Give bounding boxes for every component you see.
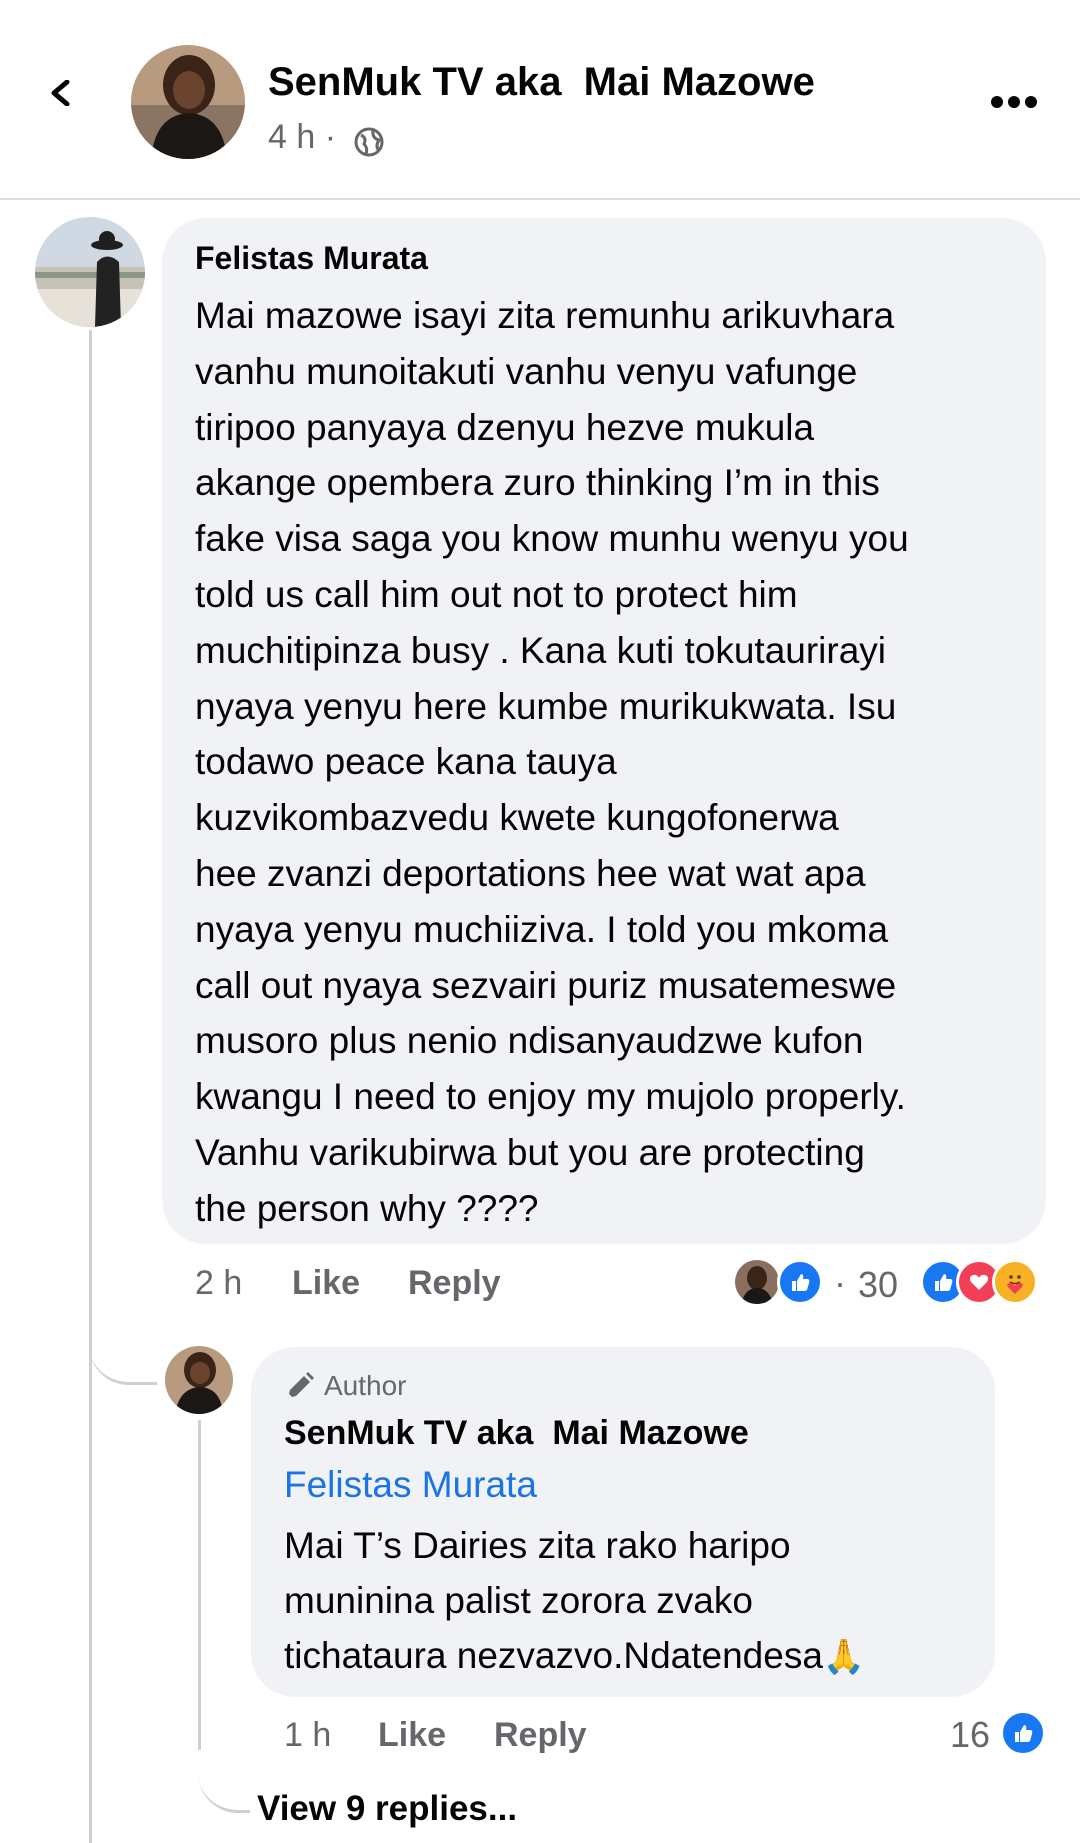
folded-hands-emoji: 🙏 — [822, 1638, 866, 1676]
reaction-count[interactable]: 30 — [858, 1264, 898, 1306]
reply-dot: · — [834, 1262, 846, 1303]
more-dots-icon[interactable] — [990, 95, 1038, 109]
commenter-name[interactable]: Felistas Murata — [195, 240, 428, 277]
mention-link[interactable]: Felistas Murata — [284, 1464, 537, 1506]
comment-time: 2 h — [195, 1264, 243, 1302]
reply-preview-avatar[interactable] — [735, 1260, 779, 1304]
pencil-icon — [288, 1372, 314, 1398]
reply-thread-line — [198, 1420, 201, 1750]
reply-like-button[interactable]: Like — [378, 1716, 446, 1755]
globe-icon — [354, 127, 384, 157]
reply-author-avatar[interactable] — [165, 1346, 233, 1414]
view-replies-link[interactable]: View 9 replies... — [257, 1789, 517, 1829]
reply-author-name[interactable]: SenMuk TV aka Mai Mazowe — [284, 1414, 749, 1453]
chevron-left-icon[interactable] — [48, 80, 74, 106]
reply-reply-button[interactable]: Reply — [494, 1716, 587, 1755]
author-name[interactable]: SenMuk TV aka Mai Mazowe — [268, 60, 815, 105]
care-reaction-icon — [992, 1259, 1038, 1305]
thread-line — [89, 330, 92, 1843]
commenter-avatar[interactable] — [35, 217, 145, 327]
like-reaction-icon — [1000, 1710, 1046, 1756]
author-badge-label: Author — [324, 1370, 407, 1401]
reply-text-body: Mai T’s Dairies zita rako haripo muninin… — [284, 1525, 823, 1676]
reply-reaction-count[interactable]: 16 — [950, 1714, 990, 1756]
comment-like-button[interactable]: Like — [292, 1264, 360, 1303]
post-header: SenMuk TV aka Mai Mazowe 4 h · — [0, 0, 1080, 200]
thread-connector — [89, 1330, 157, 1385]
comment-text: Mai mazowe isayi zita remunhu arikuvhara… — [195, 295, 909, 1229]
post-time[interactable]: 4 h · — [268, 118, 336, 157]
comment-reply-button[interactable]: Reply — [408, 1264, 501, 1303]
reply-thread-connector — [198, 1750, 250, 1813]
like-reaction-icon — [777, 1259, 823, 1305]
reply-text: Mai T’s Dairies zita rako haripo muninin… — [284, 1518, 984, 1685]
reply-time: 1 h — [284, 1716, 332, 1754]
author-avatar[interactable] — [131, 45, 245, 159]
author-badge: Author — [284, 1370, 407, 1402]
